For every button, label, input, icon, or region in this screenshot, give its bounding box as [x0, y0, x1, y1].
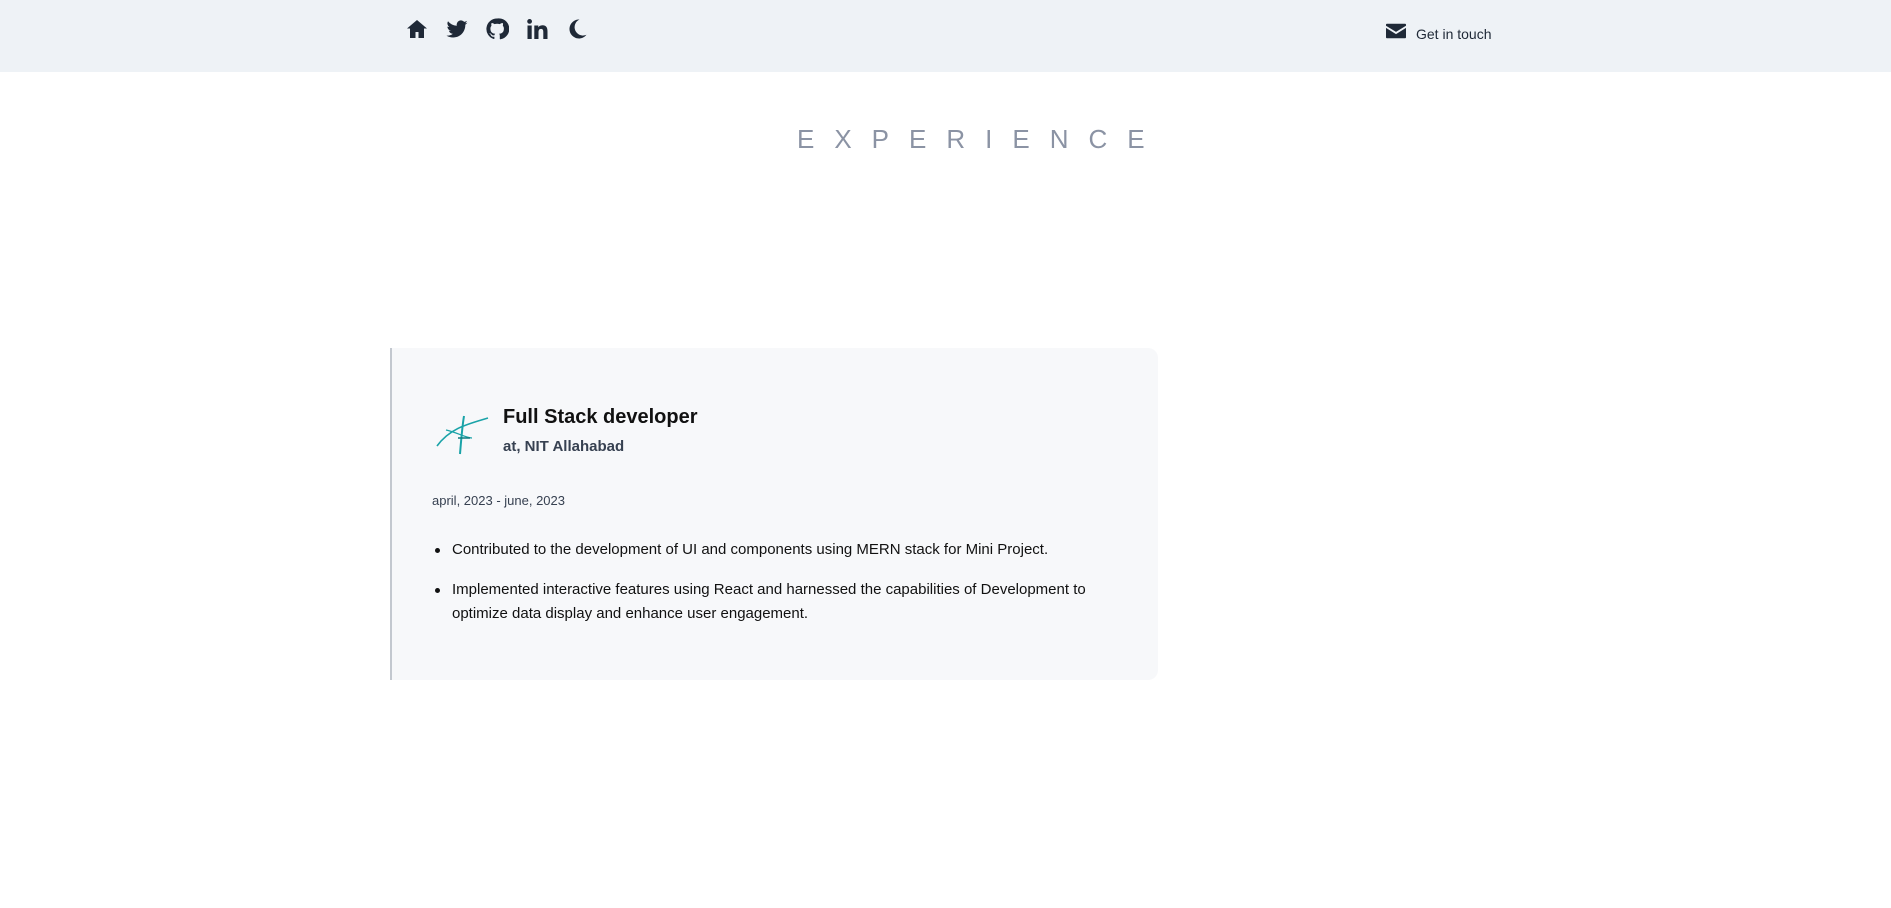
mail-icon	[1385, 21, 1407, 46]
moon-icon[interactable]	[565, 17, 589, 41]
top-navbar: Get in touch	[0, 0, 1891, 72]
company-name: at, NIT Allahabad	[503, 438, 625, 455]
twitter-icon[interactable]	[445, 17, 469, 41]
job-title: Full Stack developer	[503, 406, 698, 428]
get-in-touch-label: Get in touch	[1416, 25, 1492, 42]
home-icon[interactable]	[405, 17, 429, 41]
experience-card: Full Stack developer at, NIT Allahabad a…	[390, 348, 1158, 680]
responsibility-list: Contributed to the development of UI and…	[432, 538, 1132, 642]
company-logo	[434, 408, 490, 456]
social-nav	[405, 17, 589, 41]
section-title: EXPERIENCE	[797, 124, 1165, 154]
github-icon[interactable]	[485, 17, 509, 41]
list-item: Implemented interactive features using R…	[432, 578, 1132, 626]
linkedin-icon[interactable]	[525, 17, 549, 41]
get-in-touch-link[interactable]: Get in touch	[1385, 21, 1492, 46]
employment-dates: april, 2023 - june, 2023	[432, 493, 565, 508]
list-item: Contributed to the development of UI and…	[432, 538, 1132, 562]
